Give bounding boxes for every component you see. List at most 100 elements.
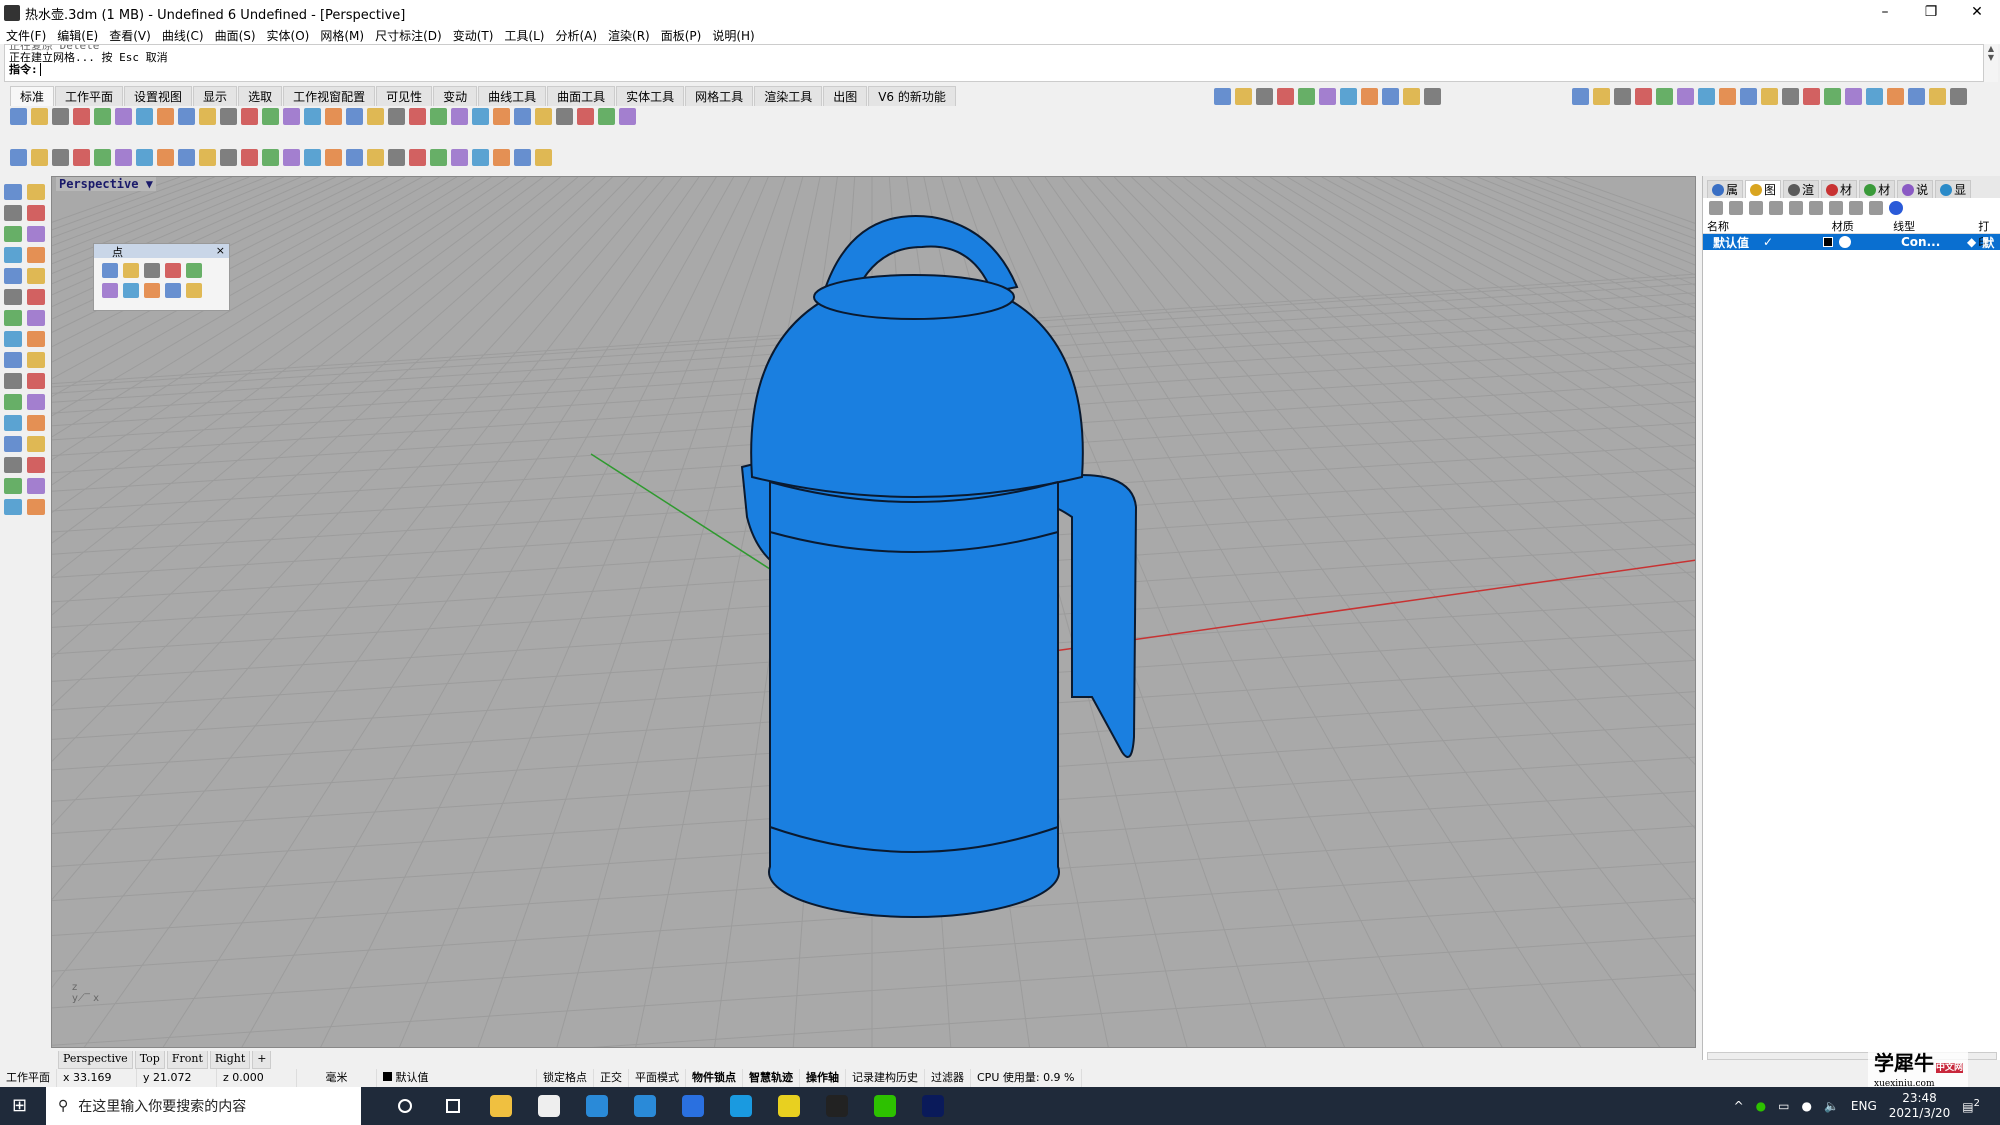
rotate-view-icon[interactable] <box>1424 88 1441 105</box>
extrude-icon[interactable] <box>73 149 90 166</box>
polyline-icon[interactable] <box>144 263 160 278</box>
undo-icon[interactable] <box>178 108 195 125</box>
rectangle-icon[interactable] <box>123 283 139 298</box>
viewport-dropdown-icon[interactable]: ▼ <box>146 177 153 191</box>
close-icon[interactable]: × <box>216 244 225 257</box>
file-explorer-taskbar-icon[interactable] <box>477 1087 525 1125</box>
undo-view-icon[interactable] <box>1656 88 1673 105</box>
properties-icon[interactable] <box>556 108 573 125</box>
patch-icon[interactable] <box>27 268 45 284</box>
zoom-icon[interactable] <box>1572 88 1589 105</box>
viewport-tab[interactable]: Top <box>134 1051 165 1069</box>
status-toggle[interactable]: 智慧轨迹 <box>743 1069 800 1087</box>
material-icon[interactable] <box>514 108 531 125</box>
browser-taskbar-icon[interactable] <box>621 1087 669 1125</box>
point-floating-panel[interactable]: 点 × <box>93 243 230 311</box>
solid-box-icon[interactable] <box>4 289 22 305</box>
close-button[interactable]: ✕ <box>1954 0 2000 26</box>
options-icon[interactable] <box>598 108 615 125</box>
cut-icon[interactable] <box>1319 88 1336 105</box>
shell-icon[interactable] <box>27 457 45 473</box>
point-panel-header[interactable]: 点 × <box>94 244 229 259</box>
mesh-icon[interactable] <box>4 478 22 494</box>
circle-icon[interactable] <box>186 263 202 278</box>
minimize-button[interactable]: – <box>1862 0 1908 26</box>
render-icon[interactable] <box>27 478 45 494</box>
status-toggle[interactable]: 平面模式 <box>629 1069 686 1087</box>
language-indicator[interactable]: ENG <box>1851 1099 1877 1113</box>
boolean-icon[interactable] <box>4 457 22 473</box>
help-icon[interactable] <box>1950 88 1967 105</box>
loft-icon[interactable] <box>27 310 45 326</box>
menu-item[interactable]: 网格(M) <box>320 27 364 44</box>
polygon-icon[interactable] <box>144 283 160 298</box>
cplane-label[interactable]: 工作平面 <box>0 1069 57 1087</box>
explode-icon[interactable] <box>388 149 405 166</box>
select-icon[interactable] <box>4 184 22 200</box>
panel-tab[interactable]: 说 <box>1897 180 1934 198</box>
menu-item[interactable]: 实体(O) <box>267 27 310 44</box>
loft-icon[interactable] <box>136 149 153 166</box>
offset-icon[interactable] <box>472 149 489 166</box>
new-sublayer-icon[interactable] <box>1729 201 1743 215</box>
menu-item[interactable]: 查看(V) <box>109 27 151 44</box>
grid-icon[interactable] <box>388 108 405 125</box>
save-icon[interactable] <box>1256 88 1273 105</box>
pan-icon[interactable] <box>199 108 216 125</box>
col-material[interactable]: 材质 <box>1832 218 1893 233</box>
qq-tray-icon[interactable]: ● <box>1801 1099 1811 1113</box>
menu-item[interactable]: 渲染(R) <box>608 27 650 44</box>
network-icon[interactable]: ▭ <box>1778 1099 1789 1113</box>
status-toggle[interactable]: 物件锁点 <box>686 1069 743 1087</box>
layer-linetype[interactable]: Con... <box>1901 235 1961 249</box>
menu-item[interactable]: 尺寸标注(D) <box>375 27 442 44</box>
viewport-tab[interactable]: Perspective <box>58 1051 133 1069</box>
pan-icon[interactable] <box>1403 88 1420 105</box>
text-icon[interactable] <box>31 149 48 166</box>
tools-icon[interactable] <box>1869 201 1883 215</box>
viewport-tab[interactable]: Front <box>166 1051 208 1069</box>
toolbar-tab[interactable]: 实体工具 <box>616 86 685 106</box>
open-file-icon[interactable] <box>1235 88 1252 105</box>
print-icon[interactable] <box>1277 88 1294 105</box>
zoom-window-icon[interactable] <box>1593 88 1610 105</box>
check-icon[interactable] <box>4 499 22 515</box>
properties-icon[interactable] <box>1887 88 1904 105</box>
revolve-icon[interactable] <box>178 149 195 166</box>
qq-browser-taskbar-icon[interactable] <box>717 1087 765 1125</box>
move-icon[interactable] <box>4 394 22 410</box>
toolbar-tab[interactable]: 网格工具 <box>685 86 754 106</box>
panel-tab[interactable]: 图 <box>1745 180 1782 198</box>
fillet-icon[interactable] <box>4 331 22 347</box>
toolbar-tab[interactable]: 显示 <box>193 86 238 106</box>
curve-icon[interactable] <box>451 149 468 166</box>
units[interactable]: 毫米 <box>297 1069 377 1087</box>
dimension-icon[interactable] <box>430 149 447 166</box>
duplicate-icon[interactable] <box>1849 201 1863 215</box>
split-icon[interactable] <box>346 149 363 166</box>
toolbar-tab[interactable]: 工作视窗配置 <box>283 86 376 106</box>
array-icon[interactable] <box>27 415 45 431</box>
rotate-icon[interactable] <box>4 436 22 452</box>
surface-icon[interactable] <box>115 149 132 166</box>
toolbar-tab[interactable]: 选取 <box>238 86 283 106</box>
command-input[interactable] <box>39 63 41 76</box>
fillet-icon[interactable] <box>199 149 216 166</box>
grid-icon[interactable] <box>1719 88 1736 105</box>
filter-icon[interactable] <box>1829 201 1843 215</box>
menu-item[interactable]: 变动(T) <box>453 27 494 44</box>
help-icon[interactable] <box>619 108 636 125</box>
toolbar-tab[interactable]: 标准 <box>10 86 55 106</box>
sphere-icon[interactable] <box>535 108 552 125</box>
toolbar-tab[interactable]: 设置视图 <box>124 86 193 106</box>
new-file-icon[interactable] <box>1214 88 1231 105</box>
toolbar-tab[interactable]: 出图 <box>823 86 868 106</box>
import-icon[interactable] <box>94 108 111 125</box>
sphere-icon[interactable] <box>1866 88 1883 105</box>
shade-icon[interactable] <box>409 108 426 125</box>
wechat-tray-icon[interactable]: ● <box>1756 1099 1766 1113</box>
surface-icon[interactable] <box>4 268 22 284</box>
render-icon[interactable] <box>493 108 510 125</box>
status-toggle[interactable]: 操作轴 <box>800 1069 846 1087</box>
restore-button[interactable]: ❐ <box>1908 0 1954 26</box>
